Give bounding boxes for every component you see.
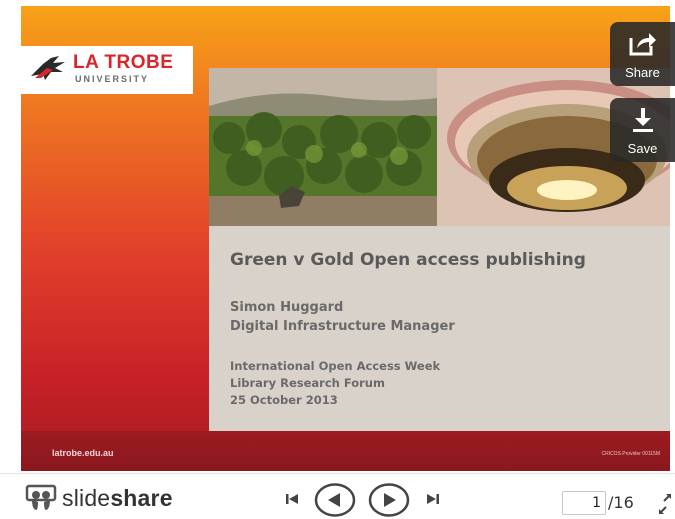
event-name: International Open Access Week bbox=[230, 359, 441, 373]
slideshare-logo-icon bbox=[25, 484, 57, 510]
next-icon[interactable] bbox=[368, 483, 410, 517]
skip-last-icon[interactable] bbox=[426, 492, 440, 506]
save-label: Save bbox=[627, 141, 658, 156]
fullscreen-icon[interactable] bbox=[658, 493, 672, 515]
slide-text-panel: Green v Gold Open access publishing Simo… bbox=[209, 226, 670, 431]
event-block: International Open Access Week Library R… bbox=[230, 358, 440, 409]
download-icon bbox=[632, 108, 653, 132]
player-toolbar: slideshare /16 bbox=[0, 473, 675, 519]
event-forum: Library Research Forum bbox=[230, 376, 385, 390]
slide-footer-url: latrobe.edu.au bbox=[52, 448, 114, 458]
slide-footer-cricos: CRICOS Provider 00115M bbox=[601, 451, 660, 457]
page-number-input[interactable] bbox=[562, 491, 606, 515]
slide-footer-band bbox=[21, 431, 670, 471]
page-total: /16 bbox=[608, 493, 634, 512]
logo-subtitle: UNIVERSITY bbox=[75, 74, 150, 84]
brand-text-light: slide bbox=[62, 484, 111, 511]
share-icon bbox=[629, 33, 656, 56]
share-label: Share bbox=[625, 65, 660, 80]
slideshare-brand[interactable]: slideshare bbox=[24, 484, 173, 512]
author-block: Simon Huggard Digital Infrastructure Man… bbox=[230, 298, 455, 336]
logo-title: LA TROBE bbox=[73, 52, 174, 73]
save-button[interactable]: Save bbox=[610, 98, 675, 162]
author-role: Digital Infrastructure Manager bbox=[230, 319, 455, 334]
vineyard-photo bbox=[209, 68, 437, 226]
slide-navigation bbox=[285, 483, 445, 517]
previous-icon[interactable] bbox=[314, 483, 356, 517]
la-trobe-logo: LA TROBE UNIVERSITY bbox=[21, 46, 193, 94]
la-trobe-bird-icon bbox=[31, 56, 65, 80]
author-name: Simon Huggard bbox=[230, 300, 344, 315]
brand-text-bold: share bbox=[110, 484, 173, 511]
slideshare-embed: LA TROBE UNIVERSITY Green v Gold Open ac… bbox=[0, 0, 675, 519]
slide-title: Green v Gold Open access publishing bbox=[230, 250, 586, 270]
slide-canvas[interactable]: LA TROBE UNIVERSITY Green v Gold Open ac… bbox=[21, 6, 670, 471]
event-date: 25 October 2013 bbox=[230, 393, 338, 407]
brand-text: slideshare bbox=[62, 485, 173, 512]
share-button[interactable]: Share bbox=[610, 22, 675, 86]
skip-first-icon[interactable] bbox=[285, 492, 299, 506]
